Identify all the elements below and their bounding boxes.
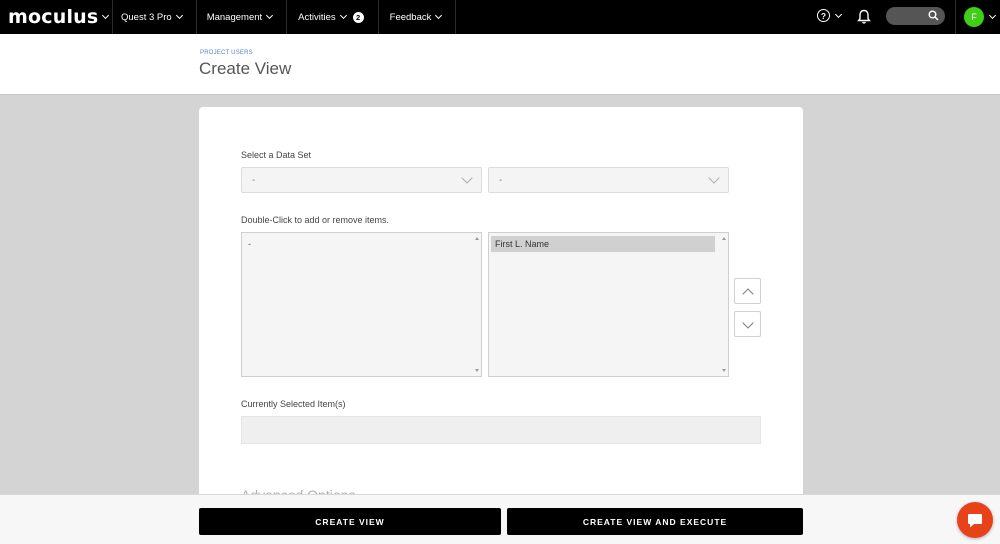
user-menu[interactable]: F (955, 0, 1000, 34)
avatar: F (964, 7, 984, 27)
bell-icon[interactable] (857, 9, 871, 25)
list-item[interactable]: - (248, 239, 251, 249)
create-view-form: Select a Data Set - - Double-Click to ad… (199, 107, 803, 507)
chevron-down-icon (266, 11, 274, 20)
scroll-down-icon[interactable] (722, 369, 726, 372)
top-nav: moculus Quest 3 Pro Management Activitie… (0, 0, 1000, 34)
chevron-down-icon (175, 11, 183, 20)
currently-selected-label: Currently Selected Item(s) (241, 399, 346, 409)
nav-item-label: Quest 3 Pro (121, 11, 172, 23)
dataset-select-2[interactable]: - (488, 167, 729, 193)
move-up-button[interactable] (734, 278, 761, 304)
nav-item-label: Activities (298, 11, 336, 23)
search-input[interactable] (886, 7, 945, 25)
chevron-down-icon (988, 11, 997, 20)
nav-item-label: Management (206, 11, 263, 23)
dataset-select-1[interactable]: - (241, 167, 482, 193)
chevron-down-icon (461, 172, 473, 184)
select-value: - (499, 175, 503, 186)
notification-badge: 2 (352, 11, 364, 23)
nav-item-feedback[interactable]: Feedback (379, 0, 456, 34)
move-down-button[interactable] (734, 311, 761, 337)
chevron-down-icon (742, 317, 754, 329)
scroll-up-icon[interactable] (475, 237, 479, 240)
scrollbar[interactable] (719, 233, 728, 376)
dataset-label: Select a Data Set (241, 150, 312, 160)
scroll-up-icon[interactable] (722, 237, 726, 240)
help-menu[interactable]: ? (817, 9, 843, 22)
list-item[interactable]: First L. Name (491, 236, 715, 252)
page-header: PROJECT USERS Create View (0, 34, 1000, 95)
breadcrumb[interactable]: PROJECT USERS (200, 50, 253, 56)
nav-item-quest-3-pro[interactable]: Quest 3 Pro (113, 0, 196, 34)
scroll-down-icon[interactable] (475, 369, 479, 372)
selected-items-list[interactable]: First L. Name (488, 232, 729, 377)
help-icon: ? (817, 9, 830, 22)
chevron-down-icon (102, 11, 110, 20)
available-items-list[interactable]: - (241, 232, 482, 377)
page-title: Create View (199, 59, 292, 78)
chevron-up-icon (742, 288, 754, 300)
chevron-down-icon (834, 10, 843, 18)
nav-item-management[interactable]: Management (197, 0, 286, 34)
scrollbar[interactable] (472, 233, 481, 376)
chat-icon (968, 513, 982, 527)
select-value: - (252, 175, 256, 186)
action-footer: CREATE VIEW CREATE VIEW AND EXECUTE (0, 494, 1000, 544)
create-view-and-execute-button[interactable]: CREATE VIEW AND EXECUTE (507, 508, 803, 535)
nav-item-label: Feedback (389, 11, 432, 23)
nav-item-activities[interactable]: Activities 2 (287, 0, 377, 34)
chevron-down-icon (435, 11, 443, 20)
logo: moculus (8, 6, 99, 28)
chevron-down-icon (708, 172, 720, 184)
chat-button[interactable] (957, 502, 993, 538)
items-instruction: Double-Click to add or remove items. (241, 215, 390, 225)
currently-selected-field (241, 416, 761, 444)
search-icon (928, 10, 939, 21)
create-view-button[interactable]: CREATE VIEW (199, 508, 501, 535)
chevron-down-icon (339, 11, 347, 20)
logo-menu[interactable]: moculus (0, 0, 113, 34)
